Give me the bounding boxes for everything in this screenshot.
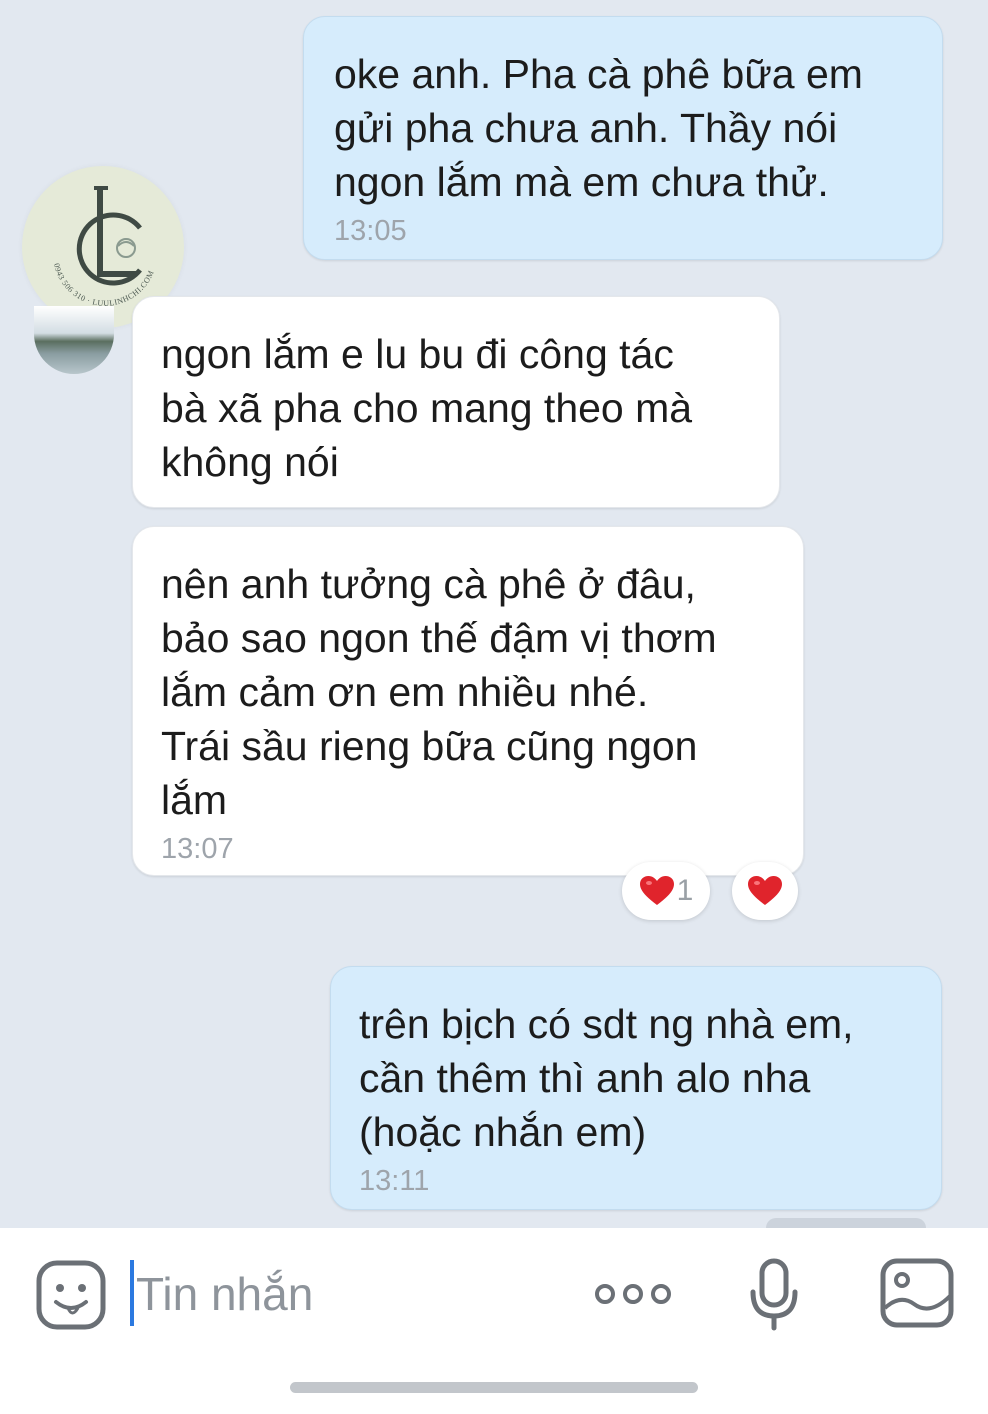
message-input[interactable]: Tin nhắn — [136, 1266, 313, 1322]
message-time: 13:11 — [359, 1165, 430, 1197]
more-icon — [595, 1284, 671, 1304]
message-composer: Tin nhắn — [0, 1228, 988, 1414]
message-bubble-outgoing[interactable]: trên bịch có sdt ng nhà em, cần thêm thì… — [330, 966, 942, 1210]
microphone-icon — [750, 1258, 798, 1331]
chat-view[interactable]: 0943 506 310 · LUULINHCHI.COM oke anh. P… — [0, 0, 988, 1228]
message-time: 13:05 — [334, 215, 407, 247]
heart-icon — [748, 876, 782, 905]
reaction-count: 1 — [676, 874, 694, 907]
next-message-peek — [766, 1218, 926, 1228]
reaction-summary[interactable]: 1 — [622, 862, 710, 920]
message-bubble-incoming[interactable]: nên anh tưởng cà phê ở đâu, bảo sao ngon… — [132, 526, 804, 876]
message-bubble-incoming[interactable]: ngon lắm e lu bu đi công tác bà xã pha c… — [132, 296, 780, 508]
contact-avatar[interactable] — [34, 306, 114, 374]
emoji-button[interactable] — [36, 1260, 106, 1330]
emoji-icon — [36, 1260, 106, 1330]
message-bubble-outgoing[interactable]: oke anh. Pha cà phê bữa em gửi pha chưa … — [303, 16, 943, 260]
image-button[interactable] — [880, 1258, 954, 1328]
message-text: ngon lắm e lu bu đi công tác bà xã pha c… — [161, 331, 693, 485]
more-options-button[interactable] — [592, 1274, 674, 1314]
message-text: oke anh. Pha cà phê bữa em gửi pha chưa … — [334, 51, 863, 205]
home-indicator[interactable] — [290, 1382, 698, 1393]
react-heart-button[interactable] — [732, 862, 798, 920]
message-text: nên anh tưởng cà phê ở đâu, bảo sao ngon… — [161, 561, 717, 823]
voice-button[interactable] — [748, 1258, 800, 1332]
text-cursor — [130, 1260, 134, 1326]
image-icon — [880, 1258, 954, 1328]
heart-icon — [639, 876, 674, 905]
message-text: trên bịch có sdt ng nhà em, cần thêm thì… — [359, 1001, 854, 1155]
